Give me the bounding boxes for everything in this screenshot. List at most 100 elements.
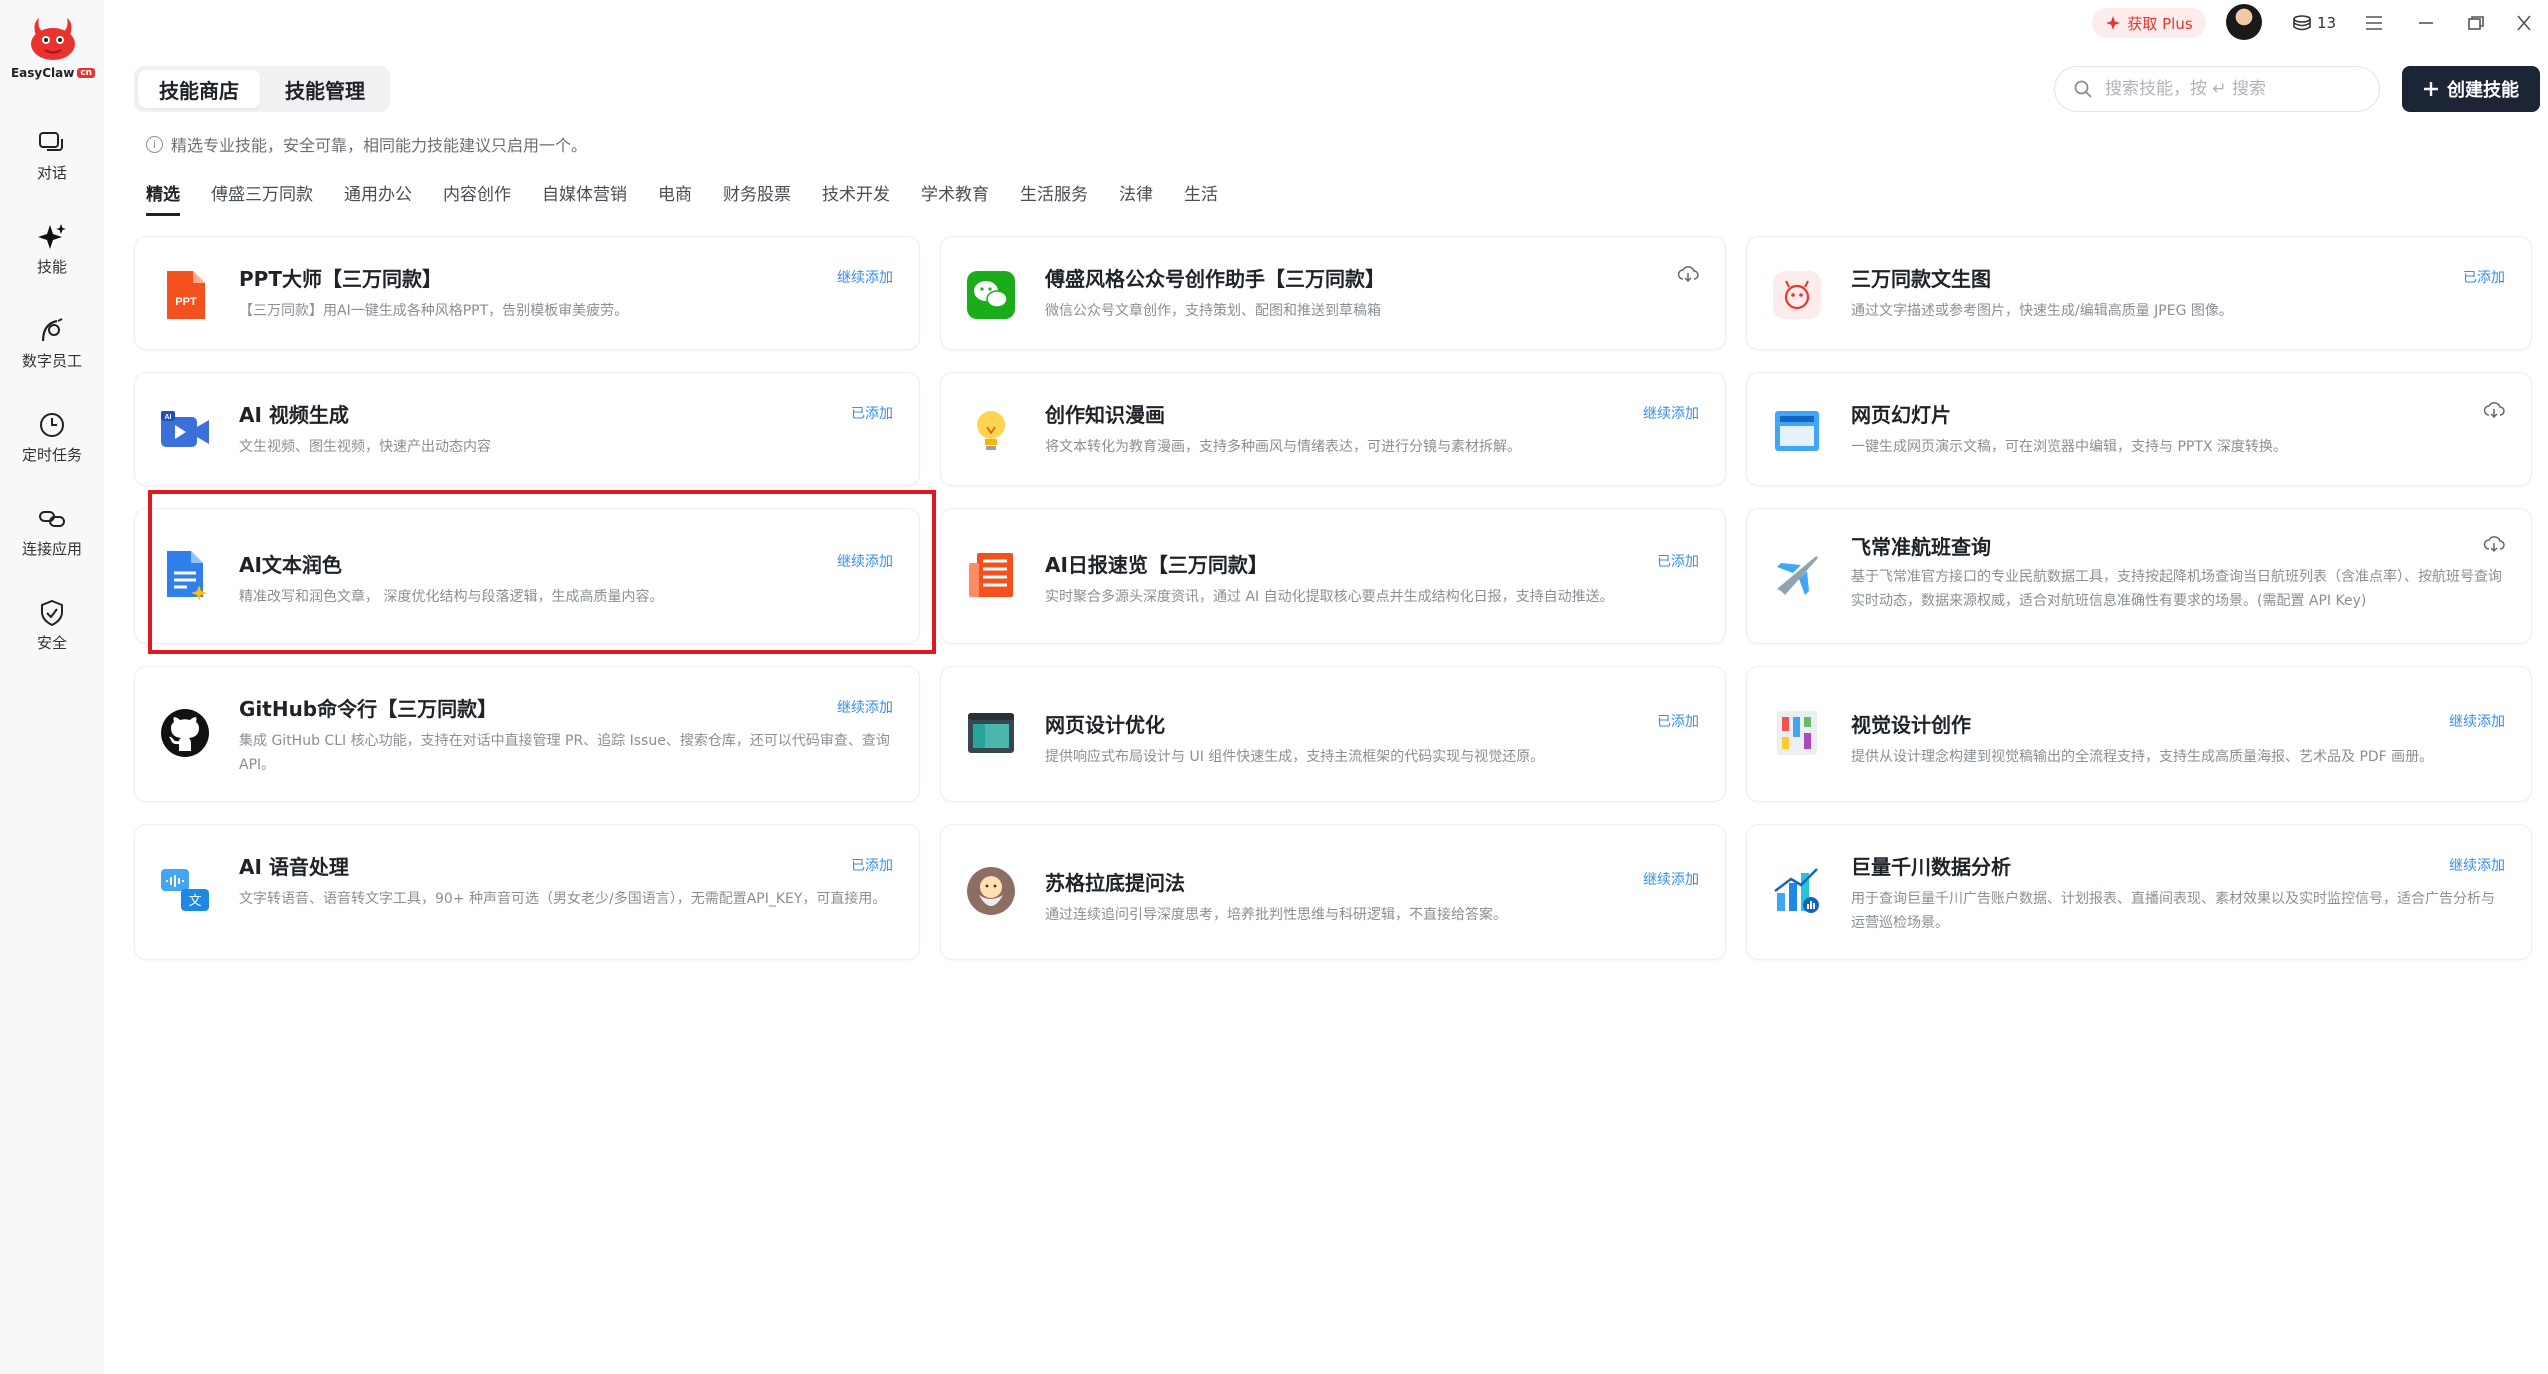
skill-title: AI日报速览【三万同款】: [1045, 553, 1268, 577]
category-tab[interactable]: 通用办公: [344, 180, 412, 216]
category-tab[interactable]: 傅盛三万同款: [211, 180, 313, 216]
skill-description: 微信公众号文章创作，支持策划、配图和推送到草稿箱: [1045, 303, 1381, 319]
skill-card-visual-design[interactable]: 视觉设计创作 提供从设计理念构建到视觉稿输出的全流程支持，支持生成高质量海报、艺…: [1746, 666, 2532, 802]
skill-card-ai-daily-news[interactable]: AI日报速览【三万同款】 实时聚合多源头深度资讯，通过 AI 自动化提取核心要点…: [940, 508, 1726, 644]
skill-card-flight-query[interactable]: 飞常准航班查询 基于飞常准官方接口的专业民航数据工具，支持按起降机场查询当日航班…: [1746, 508, 2532, 644]
create-skill-button[interactable]: 创建技能: [2402, 66, 2540, 112]
skill-title: 网页设计优化: [1045, 713, 1165, 737]
plus-icon: [2424, 82, 2438, 96]
skill-description: 集成 GitHub CLI 核心功能，支持在对话中直接管理 PR、追踪 Issu…: [239, 733, 890, 773]
category-tab[interactable]: 生活: [1184, 180, 1218, 216]
tab-skill-management[interactable]: 技能管理: [264, 70, 386, 108]
cloud-download-icon[interactable]: [1677, 265, 1699, 283]
svg-text:PPT: PPT: [175, 296, 197, 308]
category-tab[interactable]: 学术教育: [921, 180, 989, 216]
skill-card-ai-text-polish[interactable]: AI文本润色 精准改写和润色文章， 深度优化结构与段落逻辑，生成高质量内容。 继…: [134, 508, 920, 644]
sidebar-item-label: 定时任务: [21, 446, 82, 464]
add-skill-button[interactable]: 继续添加: [837, 267, 893, 287]
added-status[interactable]: 已添加: [1657, 711, 1699, 731]
lobster-icon: [1773, 271, 1821, 319]
skill-title: AI 视频生成: [239, 403, 349, 427]
cloud-download-icon[interactable]: [2483, 535, 2505, 553]
skill-card-web-design[interactable]: 网页设计优化 提供响应式布局设计与 UI 组件快速生成，支持主流框架的代码实现与…: [940, 666, 1726, 802]
sidebar-item-digital-employee[interactable]: 数字员工: [0, 316, 104, 386]
skill-description: 一键生成网页演示文稿，可在浏览器中编辑，支持与 PPTX 深度转换。: [1851, 439, 2287, 455]
sidebar-item-security[interactable]: 安全: [0, 598, 104, 668]
socrates-icon: [967, 867, 1015, 915]
chat-icon: [39, 132, 63, 151]
added-status[interactable]: 已添加: [851, 855, 893, 875]
avatar[interactable]: [2226, 4, 2262, 40]
skill-title: PPT大师【三万同款】: [239, 267, 442, 291]
minimize-button[interactable]: [2408, 8, 2444, 38]
category-tab[interactable]: 法律: [1119, 180, 1153, 216]
close-button[interactable]: [2506, 8, 2542, 38]
sidebar-item-chat[interactable]: 对话: [0, 128, 104, 198]
svg-text:文: 文: [188, 894, 201, 909]
sidebar-item-connect-apps[interactable]: 连接应用: [0, 504, 104, 574]
skill-card-wechat-writer[interactable]: 傅盛风格公众号创作助手【三万同款】 微信公众号文章创作，支持策划、配图和推送到草…: [940, 236, 1726, 350]
restore-icon: [2468, 16, 2484, 30]
slides-icon: [1775, 411, 1819, 451]
skill-card-qianchuan-analytics[interactable]: 巨量千川数据分析 用于查询巨量千川广告账户数据、计划报表、直播间表现、素材效果以…: [1746, 824, 2532, 960]
skill-card-web-slides[interactable]: 网页幻灯片 一键生成网页演示文稿，可在浏览器中编辑，支持与 PPTX 深度转换。: [1746, 372, 2532, 486]
search-input[interactable]: [2105, 79, 2365, 99]
added-status[interactable]: 已添加: [2463, 267, 2505, 287]
category-tab[interactable]: 生活服务: [1020, 180, 1088, 216]
add-skill-button[interactable]: 继续添加: [837, 551, 893, 571]
clock-icon: [40, 413, 64, 437]
sidebar-item-label: 连接应用: [21, 540, 82, 558]
add-skill-button[interactable]: 继续添加: [1643, 869, 1699, 889]
notice-bar: i 精选专业技能，安全可靠，相同能力技能建议只启用一个。: [146, 132, 587, 156]
lobster-logo-icon: [31, 18, 75, 60]
newspaper-icon: [969, 553, 1013, 597]
web-window-icon: [968, 713, 1014, 753]
app-badge: cn: [77, 68, 96, 78]
category-tab[interactable]: 内容创作: [443, 180, 511, 216]
skill-card-knowledge-comic[interactable]: 创作知识漫画 将文本转化为教育漫画，支持多种画风与情绪表达，可进行分镜与素材拆解…: [940, 372, 1726, 486]
category-tabs: 精选 傅盛三万同款 通用办公 内容创作 自媒体营销 电商 财务股票 技术开发 学…: [146, 180, 1249, 216]
skill-title: 飞常准航班查询: [1851, 535, 1991, 559]
close-icon: [2517, 15, 2531, 31]
category-tab[interactable]: 财务股票: [723, 180, 791, 216]
sidebar-item-skills[interactable]: 技能: [0, 222, 104, 292]
category-tab[interactable]: 精选: [146, 180, 180, 216]
added-status[interactable]: 已添加: [1657, 551, 1699, 571]
category-tab[interactable]: 自媒体营销: [542, 180, 627, 216]
add-skill-button[interactable]: 继续添加: [2449, 711, 2505, 731]
video-camera-icon: AI: [161, 411, 209, 447]
tab-skill-store[interactable]: 技能商店: [138, 70, 260, 108]
skill-title: 创作知识漫画: [1045, 403, 1165, 427]
skill-card-ai-voice[interactable]: 文 AI 语音处理 文字转语音、语音转文字工具，90+ 种声音可选（男女老少/多…: [134, 824, 920, 960]
category-tab[interactable]: 电商: [658, 180, 692, 216]
skill-title: 巨量千川数据分析: [1851, 855, 2011, 879]
ppt-icon: PPT: [167, 271, 205, 319]
github-icon: [161, 709, 209, 757]
restore-button[interactable]: [2458, 8, 2494, 38]
get-plus-button[interactable]: 获取 Plus: [2092, 8, 2206, 38]
skill-description: 【三万同款】用AI一键生成各种风格PPT，告别模板审美疲劳。: [239, 303, 629, 319]
add-skill-button[interactable]: 继续添加: [1643, 403, 1699, 423]
skill-card-ai-video[interactable]: AI AI 视频生成 文生视频、图生视频，快速产出动态内容 已添加: [134, 372, 920, 486]
skill-description: 用于查询巨量千川广告账户数据、计划报表、直播间表现、素材效果以及实时监控信号，适…: [1851, 891, 2495, 931]
skill-card-ppt-master[interactable]: PPT PPT大师【三万同款】 【三万同款】用AI一键生成各种风格PPT，告别模…: [134, 236, 920, 350]
category-tab[interactable]: 技术开发: [822, 180, 890, 216]
cloud-download-icon[interactable]: [2483, 401, 2505, 419]
skill-description: 文字转语音、语音转文字工具，90+ 种声音可选（男女老少/多国语言），无需配置A…: [239, 891, 887, 907]
added-status[interactable]: 已添加: [851, 403, 893, 423]
menu-button[interactable]: [2356, 8, 2392, 38]
skill-card-github-cli[interactable]: GitHub命令行【三万同款】 集成 GitHub CLI 核心功能，支持在对话…: [134, 666, 920, 802]
svg-text:AI: AI: [165, 414, 172, 421]
menu-icon: [2366, 16, 2382, 30]
credits-display[interactable]: 13: [2284, 8, 2344, 38]
sidebar-item-label: 安全: [36, 634, 67, 652]
sidebar-item-label: 技能: [36, 258, 67, 276]
add-skill-button[interactable]: 继续添加: [837, 697, 893, 717]
sidebar-item-scheduled-tasks[interactable]: 定时任务: [0, 410, 104, 480]
skill-card-text-to-image[interactable]: 三万同款文生图 通过文字描述或参考图片，快速生成/编辑高质量 JPEG 图像。 …: [1746, 236, 2532, 350]
sidebar-item-label: 对话: [36, 164, 67, 182]
add-skill-button[interactable]: 继续添加: [2449, 855, 2505, 875]
minimize-icon: [2419, 22, 2433, 24]
speech-translate-icon: 文: [161, 869, 209, 911]
skill-card-socratic-method[interactable]: 苏格拉底提问法 通过连续追问引导深度思考，培养批判性思维与科研逻辑，不直接给答案…: [940, 824, 1726, 960]
